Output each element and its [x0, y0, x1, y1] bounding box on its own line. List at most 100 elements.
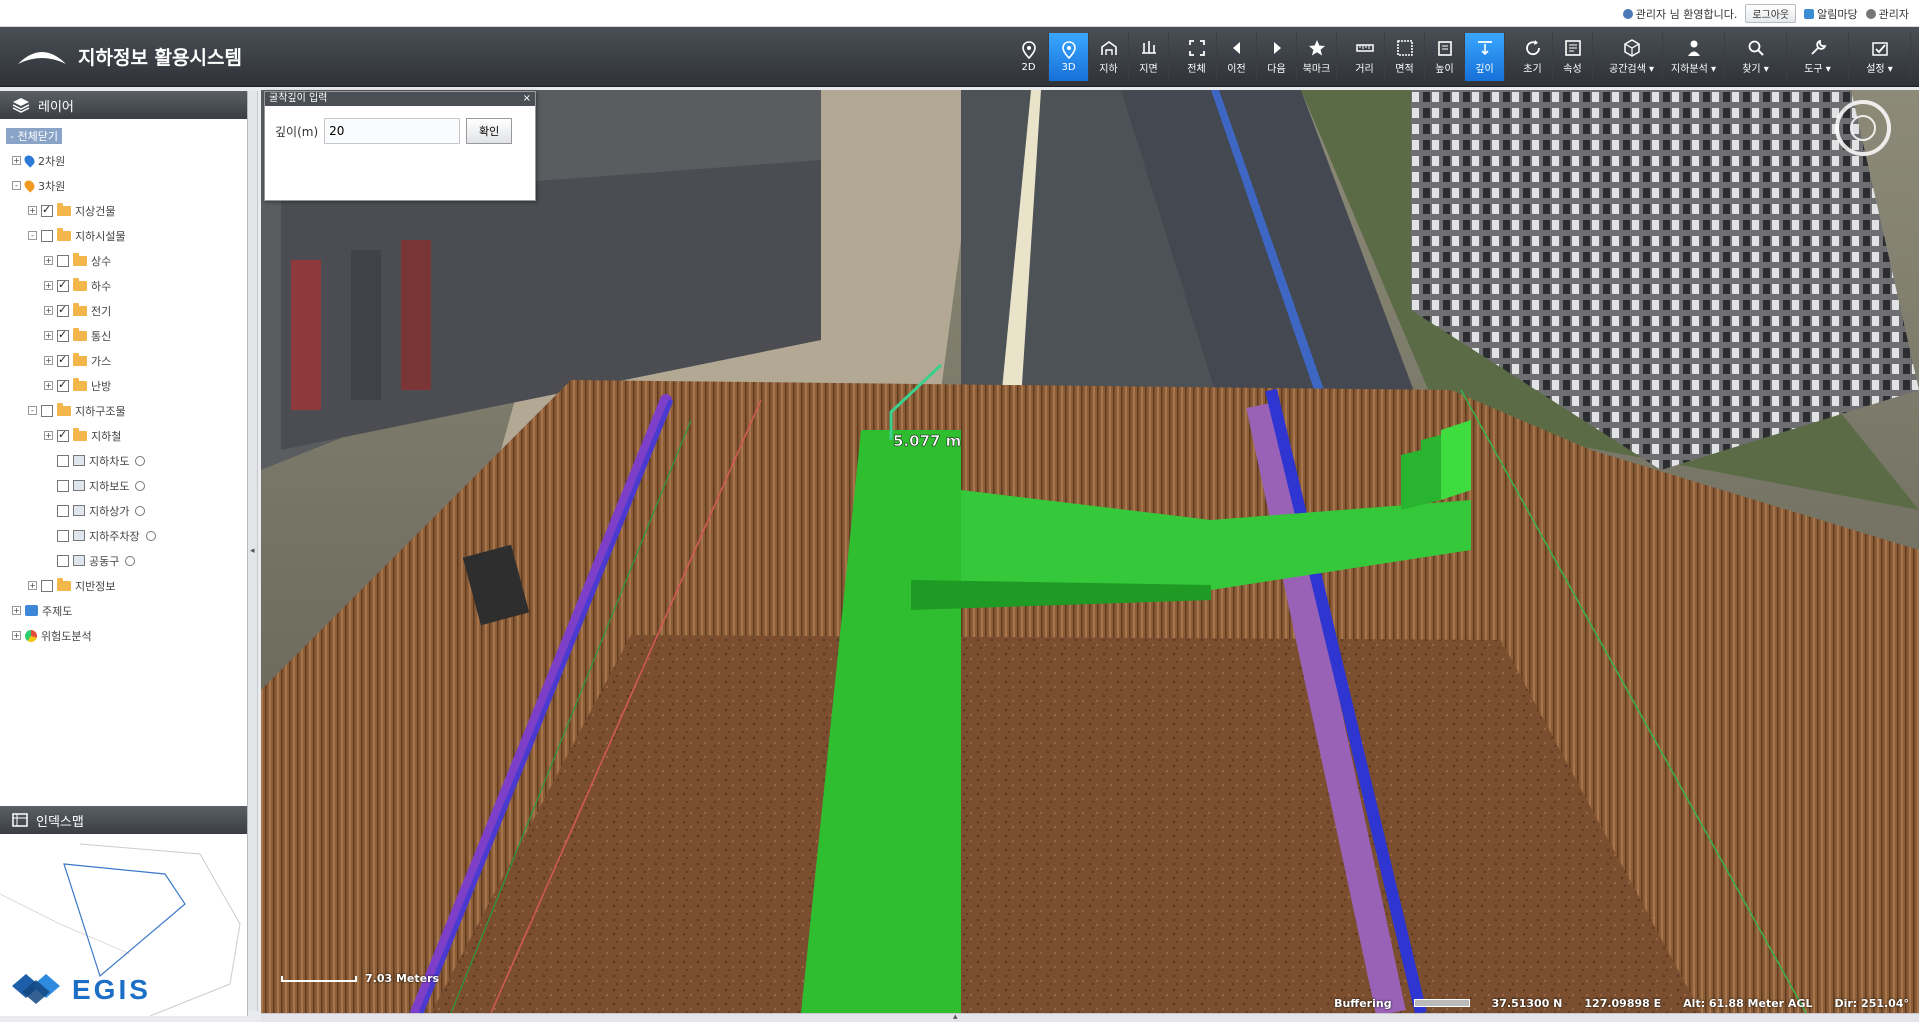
layer-checkbox[interactable]	[57, 353, 69, 367]
layer-tree-item[interactable]: 공동구	[6, 548, 241, 573]
depth-input-dialog: 굴착깊이 입력 × 깊이(m) 확인	[264, 91, 536, 201]
layer-radio[interactable]	[135, 480, 146, 491]
layer-tree-item[interactable]: 지하차도	[6, 448, 241, 473]
tree-expander-icon[interactable]: -	[28, 231, 37, 240]
layer-checkbox[interactable]	[57, 328, 69, 342]
layer-tree-label: 지하보도	[89, 479, 130, 493]
depth-input[interactable]	[324, 118, 461, 144]
left-splitter[interactable]: ◂	[248, 91, 258, 1011]
layer-panel-header: 레이어	[0, 91, 247, 119]
layer-checkbox[interactable]	[57, 254, 69, 267]
layer-tree-item[interactable]: + 주제도	[6, 598, 241, 623]
layer-checkbox[interactable]	[57, 504, 69, 517]
layer-checkbox[interactable]	[41, 404, 53, 417]
toolbar-button-5[interactable]: 이전	[1217, 33, 1257, 81]
toolbar-button-7[interactable]: 북마크	[1297, 33, 1337, 81]
toolbar-button-0[interactable]: 2D	[1009, 33, 1049, 81]
layer-radio[interactable]	[135, 505, 146, 516]
layer-tree-item[interactable]: + 상수	[6, 248, 241, 273]
layer-checkbox[interactable]	[57, 303, 69, 317]
fullextent-icon	[1188, 40, 1205, 56]
toolbar-button-12[interactable]: 초기	[1513, 33, 1553, 81]
underground-structure-icon	[73, 480, 85, 491]
close-icon[interactable]: ×	[523, 92, 531, 106]
toolbar-button-18[interactable]: 설정 ▾	[1849, 33, 1911, 81]
collapse-all-button[interactable]: - 전체닫기	[6, 127, 62, 144]
layer-tree-item[interactable]: +2차원	[6, 148, 241, 173]
layer-radio[interactable]	[145, 530, 156, 541]
layer-tree-item[interactable]: + 지상건물	[6, 198, 241, 223]
layer-checkbox[interactable]	[57, 554, 69, 567]
layer-tree-item[interactable]: + 하수	[6, 273, 241, 298]
layer-tree-item[interactable]: - 3차원	[6, 173, 241, 198]
toolbar-button-15[interactable]: 지하분석 ▾	[1663, 33, 1725, 81]
confirm-button[interactable]: 확인	[466, 118, 513, 144]
collapse-bottom-icon[interactable]: ▴	[953, 1012, 958, 1022]
toolbar-button-11[interactable]: 깊이	[1465, 33, 1505, 81]
tree-expander-icon[interactable]: -	[12, 181, 21, 190]
toolbar-button-6[interactable]: 다음	[1257, 33, 1297, 81]
toolbar-button-13[interactable]: 속성	[1553, 33, 1593, 81]
layer-tree-item[interactable]: + 전기	[6, 298, 241, 323]
tree-expander-icon[interactable]: +	[44, 306, 53, 315]
layer-tree-item[interactable]: 지하보도	[6, 473, 241, 498]
layer-checkbox[interactable]	[41, 229, 53, 242]
risk-analysis-icon	[25, 629, 37, 642]
layer-checkbox[interactable]	[57, 428, 69, 442]
tree-expander-icon[interactable]: +	[12, 631, 21, 640]
layer-tree-item[interactable]: + 지하철	[6, 423, 241, 448]
app-title: 지하정보 활용시스템	[78, 47, 242, 69]
alarm-link[interactable]: 알림마당	[1804, 6, 1858, 22]
layer-checkbox[interactable]	[57, 454, 69, 467]
depth-dialog-titlebar[interactable]: 굴착깊이 입력 ×	[265, 92, 535, 106]
toolbar-button-3[interactable]: 지면	[1129, 33, 1169, 81]
toolbar-button-label: 높이	[1435, 64, 1454, 75]
layer-tree-item[interactable]: - 지하시설물	[6, 223, 241, 248]
tree-expander-icon[interactable]: +	[28, 581, 37, 590]
map-3d-view[interactable]: 5.077 m 7.03 Meters	[261, 90, 1919, 1013]
logout-button[interactable]: 로그아웃	[1745, 4, 1797, 23]
layer-checkbox[interactable]	[57, 479, 69, 492]
toolbar-button-14[interactable]: 공간검색 ▾	[1601, 33, 1663, 81]
scene-canvas[interactable]: 5.077 m	[261, 90, 1919, 1013]
layer-tree-item[interactable]: 지하상가	[6, 498, 241, 523]
tree-expander-icon[interactable]: +	[44, 431, 53, 440]
layer-tree-item[interactable]: + 통신	[6, 323, 241, 348]
layer-radio[interactable]	[125, 555, 136, 566]
layer-checkbox[interactable]	[57, 378, 69, 392]
layer-tree-item[interactable]: - 지하구조물	[6, 398, 241, 423]
toolbar-button-1[interactable]: 3D	[1049, 33, 1089, 81]
layer-tree-item[interactable]: + 지반정보	[6, 573, 241, 598]
index-map-canvas[interactable]: EGIS	[0, 834, 246, 1017]
tree-expander-icon[interactable]: +	[44, 281, 53, 290]
layer-tree-item[interactable]: + 가스	[6, 348, 241, 373]
layer-tree-item[interactable]: 지하주차장	[6, 523, 241, 548]
bottom-splitter[interactable]: ▴	[261, 1012, 1919, 1022]
svg-text:EGIS: EGIS	[72, 974, 151, 1005]
layer-checkbox[interactable]	[57, 529, 69, 542]
collapse-left-icon[interactable]: ◂	[250, 546, 256, 560]
toolbar-button-9[interactable]: 면적	[1385, 33, 1425, 81]
tree-expander-icon[interactable]: +	[44, 256, 53, 265]
tree-expander-icon[interactable]: +	[12, 156, 21, 165]
layer-tree-item[interactable]: + 난방	[6, 373, 241, 398]
layer-radio[interactable]	[135, 455, 146, 466]
tree-expander-icon[interactable]: +	[44, 381, 53, 390]
tree-expander-icon[interactable]: +	[44, 356, 53, 365]
toolbar-button-2[interactable]: 지하	[1089, 33, 1129, 81]
layer-checkbox[interactable]	[57, 278, 69, 292]
star-icon	[1308, 40, 1325, 56]
admin-link[interactable]: 관리자	[1865, 6, 1909, 22]
toolbar-button-4[interactable]: 전체	[1177, 33, 1217, 81]
toolbar-button-10[interactable]: 높이	[1425, 33, 1465, 81]
toolbar-button-16[interactable]: 찾기 ▾	[1725, 33, 1787, 81]
layer-tree-item[interactable]: + 위험도분석	[6, 623, 241, 648]
layer-checkbox[interactable]	[41, 203, 53, 217]
toolbar-button-17[interactable]: 도구 ▾	[1787, 33, 1849, 81]
tree-expander-icon[interactable]: -	[28, 406, 37, 415]
tree-expander-icon[interactable]: +	[12, 606, 21, 615]
layer-checkbox[interactable]	[41, 579, 53, 592]
toolbar-button-8[interactable]: 거리	[1345, 33, 1385, 81]
tree-expander-icon[interactable]: +	[44, 331, 53, 340]
tree-expander-icon[interactable]: +	[28, 206, 37, 215]
